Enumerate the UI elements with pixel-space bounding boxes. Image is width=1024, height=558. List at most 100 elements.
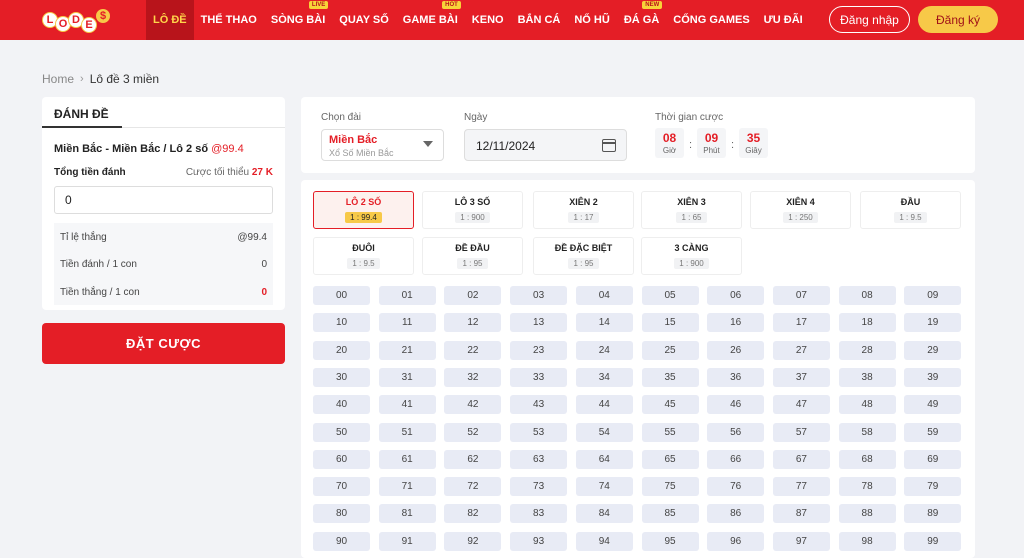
number-cell[interactable]: 78 [838,477,896,497]
number-cell[interactable]: 48 [838,395,896,415]
nav-item-game-bai[interactable]: GAME BÀI HOT [396,0,465,40]
number-cell[interactable]: 75 [641,477,699,497]
number-cell[interactable]: 32 [444,367,502,387]
number-cell[interactable]: 69 [904,449,962,469]
number-cell[interactable]: 60 [313,449,370,469]
number-cell[interactable]: 97 [772,531,830,551]
number-cell[interactable]: 12 [444,313,502,333]
number-cell[interactable]: 68 [838,449,896,469]
number-cell[interactable]: 24 [575,340,633,360]
number-cell[interactable]: 22 [444,340,502,360]
number-cell[interactable]: 16 [707,313,765,333]
bet-amount-input[interactable] [54,186,273,214]
bet-type-duoi[interactable]: ĐUÔI 1 : 9.5 [313,237,414,275]
number-cell[interactable]: 92 [444,531,502,551]
tab-danh-de[interactable]: ĐÁNH ĐỀ [54,107,109,121]
number-cell[interactable]: 40 [313,395,370,415]
number-cell[interactable]: 87 [772,504,830,524]
number-cell[interactable]: 17 [772,313,830,333]
number-cell[interactable]: 96 [707,531,765,551]
number-cell[interactable]: 30 [313,367,370,387]
bet-type-dau[interactable]: ĐẦU 1 : 9.5 [860,191,961,229]
number-cell[interactable]: 79 [904,477,962,497]
number-cell[interactable]: 94 [575,531,633,551]
number-cell[interactable]: 04 [575,286,633,305]
number-cell[interactable]: 44 [575,395,633,415]
number-cell[interactable]: 81 [378,504,436,524]
number-cell[interactable]: 59 [904,422,962,442]
number-cell[interactable]: 18 [838,313,896,333]
number-cell[interactable]: 20 [313,340,370,360]
number-cell[interactable]: 39 [904,367,962,387]
number-cell[interactable]: 77 [772,477,830,497]
number-cell[interactable]: 73 [510,477,568,497]
number-cell[interactable]: 13 [510,313,568,333]
number-cell[interactable]: 14 [575,313,633,333]
number-cell[interactable]: 58 [838,422,896,442]
number-cell[interactable]: 86 [707,504,765,524]
number-cell[interactable]: 50 [313,422,370,442]
nav-item-quay-so[interactable]: QUAY SỐ [332,0,396,40]
number-cell[interactable]: 05 [641,286,699,305]
nav-item-uu-dai[interactable]: ƯU ĐÃI [757,0,810,40]
number-cell[interactable]: 08 [838,286,896,305]
number-cell[interactable]: 53 [510,422,568,442]
number-cell[interactable]: 63 [510,449,568,469]
number-cell[interactable]: 37 [772,367,830,387]
number-cell[interactable]: 74 [575,477,633,497]
site-logo[interactable]: L O D E $ [42,6,110,34]
number-cell[interactable]: 27 [772,340,830,360]
number-cell[interactable]: 71 [378,477,436,497]
number-cell[interactable]: 70 [313,477,370,497]
number-cell[interactable]: 06 [707,286,765,305]
number-cell[interactable]: 90 [313,531,370,551]
number-cell[interactable]: 54 [575,422,633,442]
number-cell[interactable]: 88 [838,504,896,524]
nav-item-no-hu[interactable]: NỔ HŨ [567,0,616,40]
number-cell[interactable]: 11 [378,313,436,333]
number-cell[interactable]: 57 [772,422,830,442]
number-cell[interactable]: 21 [378,340,436,360]
bet-type-de-dac-biet[interactable]: ĐỀ ĐẶC BIỆT 1 : 95 [533,237,634,275]
date-picker[interactable]: 12/11/2024 [464,129,627,161]
number-cell[interactable]: 23 [510,340,568,360]
number-cell[interactable]: 41 [378,395,436,415]
register-button[interactable]: Đăng ký [918,6,998,33]
number-cell[interactable]: 38 [838,367,896,387]
number-cell[interactable]: 28 [838,340,896,360]
bet-type-lo-2-so[interactable]: LÔ 2 SỐ 1 : 99.4 [313,191,414,229]
number-cell[interactable]: 52 [444,422,502,442]
bet-type-xien-2[interactable]: XIÊN 2 1 : 17 [533,191,634,229]
number-cell[interactable]: 65 [641,449,699,469]
number-cell[interactable]: 34 [575,367,633,387]
nav-item-da-ga[interactable]: ĐÁ GÀ NEW [617,0,666,40]
nav-item-cong-games[interactable]: CỔNG GAMES [666,0,756,40]
number-cell[interactable]: 29 [904,340,962,360]
number-cell[interactable]: 03 [510,286,568,305]
number-cell[interactable]: 56 [707,422,765,442]
region-select[interactable]: Miền Bắc Xổ Số Miền Bắc [321,129,444,161]
number-cell[interactable]: 62 [444,449,502,469]
bet-type-lo-3-so[interactable]: LÔ 3 SỐ 1 : 900 [422,191,523,229]
nav-item-the-thao[interactable]: THỂ THAO [194,0,264,40]
number-cell[interactable]: 91 [378,531,436,551]
number-cell[interactable]: 02 [444,286,502,305]
number-cell[interactable]: 10 [313,313,370,333]
bet-type-xien-4[interactable]: XIÊN 4 1 : 250 [750,191,851,229]
number-cell[interactable]: 55 [641,422,699,442]
number-cell[interactable]: 84 [575,504,633,524]
number-cell[interactable]: 82 [444,504,502,524]
number-cell[interactable]: 00 [313,286,370,305]
number-cell[interactable]: 43 [510,395,568,415]
number-cell[interactable]: 99 [904,531,962,551]
number-cell[interactable]: 01 [378,286,436,305]
bet-type-xien-3[interactable]: XIÊN 3 1 : 65 [641,191,742,229]
number-cell[interactable]: 42 [444,395,502,415]
number-cell[interactable]: 89 [904,504,962,524]
nav-item-song-bai[interactable]: SÒNG BÀI LIVE [264,0,332,40]
number-cell[interactable]: 09 [904,286,962,305]
number-cell[interactable]: 31 [378,367,436,387]
number-cell[interactable]: 93 [510,531,568,551]
number-cell[interactable]: 19 [904,313,962,333]
nav-item-lo-de[interactable]: LÔ ĐỀ [146,0,194,40]
